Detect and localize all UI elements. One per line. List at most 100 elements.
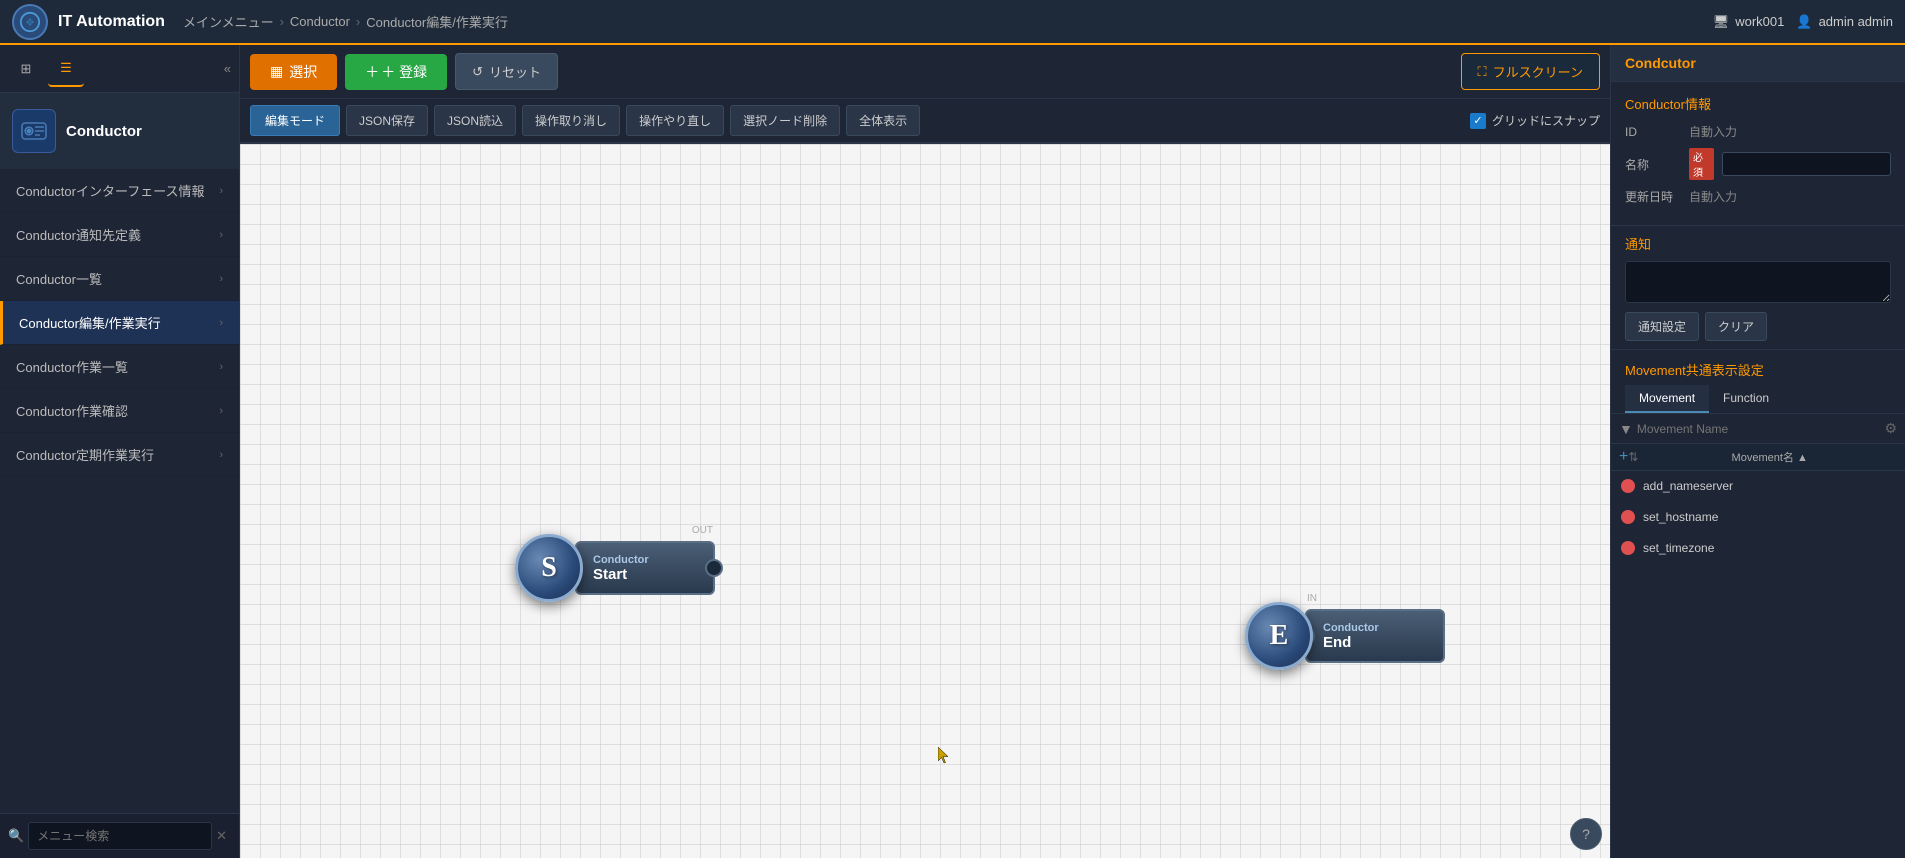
movement-column-label: Movement名 ▲ [1642,449,1897,465]
breadcrumb-current: Conductor編集/作業実行 [366,12,508,31]
secondary-toolbar: 編集モード JSON保存 JSON読込 操作取り消し 操作やり直し 選択ノード削… [240,99,1610,144]
field-name: 名称 必須 [1625,148,1891,180]
sidebar-menu: Conductorインターフェース情報 › Conductor通知先定義 › C… [0,169,239,813]
delete-selected-button[interactable]: 選択ノード削除 [730,105,840,136]
notification-input[interactable] [1625,261,1891,303]
search-clear-icon[interactable]: ✕ [212,828,231,844]
sidebar-item-edit-arrow: › [219,317,223,329]
end-node-letter: E [1270,620,1289,652]
main-toolbar: ▦ 選択 ＋ ＋ 登録 ↺ リセット ⛶ フルスクリーン [240,45,1610,99]
conductor-end-node[interactable]: E IN Conductor End [1245,602,1445,670]
start-node-letter: S [541,552,557,584]
start-node-connector-out[interactable] [705,559,723,577]
sidebar-item-interface-arrow: › [219,185,223,197]
sidebar-item-work-list[interactable]: Conductor作業一覧 › [0,345,239,389]
movement-list-header: + ⇅ Movement名 ▲ [1611,444,1905,471]
sidebar-search: 🔍 ✕ [0,813,239,858]
movement-color-dot [1621,479,1635,493]
user-info: 👤 admin admin [1796,14,1893,30]
list-item[interactable]: add_nameserver [1611,471,1905,502]
workspace-name: work001 [1735,14,1784,29]
breadcrumb-sep1: › [280,14,284,29]
sidebar-item-work-confirm-label: Conductor作業確認 [16,401,128,420]
grid-snap-checkbox[interactable]: ✓ [1470,113,1486,129]
movement-color-dot [1621,541,1635,555]
canvas-area[interactable]: S OUT Conductor Start E IN Conductor End [240,144,1610,858]
movement-name: set_timezone [1643,541,1895,555]
sidebar-item-edit[interactable]: Conductor編集/作業実行 › [0,301,239,345]
redo-button[interactable]: 操作やり直し [626,105,724,136]
undo-button[interactable]: 操作取り消し [522,105,620,136]
sidebar-conductor-header: Conductor [0,93,239,169]
name-input[interactable] [1722,152,1891,176]
json-save-button[interactable]: JSON保存 [346,105,428,136]
sidebar-item-list-arrow: › [219,273,223,285]
select-button[interactable]: ▦ 選択 [250,54,337,90]
clear-button[interactable]: クリア [1705,312,1767,341]
movement-filter-input[interactable] [1637,422,1881,436]
movement-list: add_nameserver set_hostname set_timezone [1611,471,1905,564]
json-load-button[interactable]: JSON読込 [434,105,516,136]
sidebar-list-icon[interactable]: ☰ [48,51,84,87]
sidebar-conductor-label: Conductor [66,123,142,140]
reset-button[interactable]: ↺ リセット [455,53,558,90]
sidebar-item-work-confirm[interactable]: Conductor作業確認 › [0,389,239,433]
help-button[interactable]: ? [1570,818,1602,850]
sidebar: ⊞ ☰ « Conductor Conductorインターフェース情報 › [0,45,240,858]
conductor-info-section: Conductor情報 ID 自動入力 名称 必須 更新日時 自動入力 [1611,82,1905,226]
user-name: admin admin [1819,14,1893,29]
end-node-in-label: IN [1307,593,1317,604]
movement-name: set_hostname [1643,510,1895,524]
conductor-icon [12,109,56,153]
select-icon: ▦ [270,63,283,80]
field-name-label: 名称 [1625,156,1681,173]
end-node-label-main: End [1323,634,1435,651]
show-all-button[interactable]: 全体表示 [846,105,920,136]
tab-movement[interactable]: Movement [1625,385,1709,413]
sidebar-item-scheduled[interactable]: Conductor定期作業実行 › [0,433,239,477]
tab-function[interactable]: Function [1709,385,1783,413]
movement-filter: ▼ ⚙ [1611,414,1905,444]
app-logo [12,4,48,40]
sidebar-collapse-btn[interactable]: « [224,61,231,76]
start-node-label-top: Conductor [593,554,705,566]
list-item[interactable]: set_hostname [1611,502,1905,533]
search-input[interactable] [28,822,212,850]
breadcrumb-main[interactable]: メインメニュー [183,12,274,31]
filter-settings-icon[interactable]: ⚙ [1884,420,1897,437]
sidebar-item-list[interactable]: Conductor一覧 › [0,257,239,301]
movement-display-title: Movement共通表示設定 [1611,350,1905,385]
movement-add-button[interactable]: + [1619,448,1628,466]
field-updated-value: 自動入力 [1689,188,1737,205]
user-icon: 👤 [1796,14,1812,30]
movement-tabs: Movement Function [1611,385,1905,414]
register-icon: ＋ [365,62,379,82]
sidebar-item-edit-label: Conductor編集/作業実行 [19,313,161,332]
start-node-circle: S [515,534,583,602]
edit-mode-button[interactable]: 編集モード [250,105,340,136]
sidebar-item-interface-label: Conductorインターフェース情報 [16,181,205,200]
sidebar-item-interface[interactable]: Conductorインターフェース情報 › [0,169,239,213]
notification-settings-button[interactable]: 通知設定 [1625,312,1699,341]
end-node-circle: E [1245,602,1313,670]
header-right: 🖥 work001 👤 admin admin [1713,14,1893,30]
main-layout: ⊞ ☰ « Conductor Conductorインターフェース情報 › [0,45,1905,858]
breadcrumb: メインメニュー › Conductor › Conductor編集/作業実行 [183,12,508,31]
end-node-label-top: Conductor [1323,622,1435,634]
list-item[interactable]: set_timezone [1611,533,1905,564]
sidebar-item-notification-def[interactable]: Conductor通知先定義 › [0,213,239,257]
search-icon: 🔍 [8,828,24,844]
conductor-info-title: Conductor情報 [1625,94,1891,113]
fullscreen-button[interactable]: ⛶ フルスクリーン [1461,53,1600,90]
sidebar-item-work-list-arrow: › [219,361,223,373]
register-button[interactable]: ＋ ＋ 登録 [345,54,447,90]
mouse-cursor [938,747,950,759]
conductor-start-node[interactable]: S OUT Conductor Start [515,534,715,602]
breadcrumb-conductor[interactable]: Conductor [290,14,350,29]
grid-snap-label: グリッドにスナップ [1492,112,1600,129]
breadcrumb-sep2: › [356,14,360,29]
field-updated: 更新日時 自動入力 [1625,188,1891,205]
notification-title: 通知 [1625,234,1891,253]
sidebar-grid-icon[interactable]: ⊞ [8,51,44,87]
movement-color-dot [1621,510,1635,524]
